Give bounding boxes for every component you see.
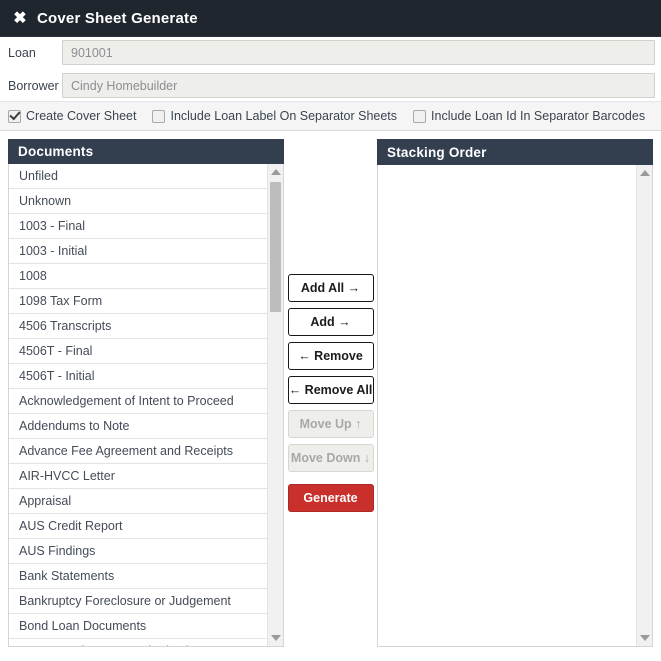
stacking-scroll-up-arrow-icon[interactable] — [637, 165, 652, 181]
document-list-item[interactable]: Bank Statements — [9, 564, 267, 589]
document-list-item[interactable]: Advance Fee Agreement and Receipts — [9, 439, 267, 464]
x-logo-icon: ✖ — [10, 8, 30, 28]
document-list-item[interactable]: Bankruptcy Foreclosure or Judgement — [9, 589, 267, 614]
stacking-order-panel: Stacking Order — [377, 139, 653, 647]
option-label-create-cover-sheet: Create Cover Sheet — [26, 109, 136, 123]
document-list-item[interactable]: AIR-HVCC Letter — [9, 464, 267, 489]
stacking-order-list[interactable] — [378, 165, 636, 646]
generate-button[interactable]: Generate — [288, 484, 374, 512]
document-list-item[interactable]: 4506T - Initial — [9, 364, 267, 389]
move-up-button: Move Up ↑ — [288, 410, 374, 438]
document-list-item[interactable]: Appraisal — [9, 489, 267, 514]
scroll-down-arrow-icon[interactable] — [268, 630, 283, 646]
document-list-item[interactable]: Acknowledgement of Intent to Proceed — [9, 389, 267, 414]
loan-row: Loan — [0, 37, 661, 68]
document-list-item[interactable]: 1098 Tax Form — [9, 289, 267, 314]
documents-panel-title: Documents — [8, 139, 284, 164]
document-list-item[interactable]: 1008 — [9, 264, 267, 289]
document-list-item[interactable]: AUS Findings — [9, 539, 267, 564]
checkbox-create-cover-sheet[interactable] — [8, 110, 21, 123]
add-all-button[interactable]: Add All → — [288, 274, 374, 302]
scroll-up-arrow-icon[interactable] — [268, 164, 283, 180]
documents-scrollbar-thumb[interactable] — [270, 182, 281, 312]
remove-button[interactable]: ← Remove — [288, 342, 374, 370]
document-list-item[interactable]: Unknown — [9, 189, 267, 214]
stacking-scroll-down-arrow-icon[interactable] — [637, 630, 652, 646]
document-list-item[interactable]: AUS Credit Report — [9, 514, 267, 539]
checkbox-include-loan-id[interactable] — [413, 110, 426, 123]
document-list-item[interactable]: Unfiled — [9, 164, 267, 189]
document-list-item[interactable]: 4506T - Final — [9, 339, 267, 364]
borrower-input[interactable] — [62, 73, 655, 98]
window-title: Cover Sheet Generate — [37, 10, 198, 27]
documents-panel-body: UnfiledUnknown1003 - Final1003 - Initial… — [8, 164, 284, 647]
option-include-loan-id[interactable]: Include Loan Id In Separator Barcodes — [413, 109, 645, 123]
document-list-item[interactable]: Borrower Signature Authorization — [9, 639, 267, 646]
options-strip: Create Cover Sheet Include Loan Label On… — [0, 101, 661, 131]
add-button[interactable]: Add → — [288, 308, 374, 336]
documents-scrollbar[interactable] — [267, 164, 283, 646]
borrower-label: Borrower — [8, 79, 62, 93]
stacking-order-scrollbar[interactable] — [636, 165, 652, 646]
option-create-cover-sheet[interactable]: Create Cover Sheet — [8, 109, 136, 123]
loan-label: Loan — [8, 46, 62, 60]
stacking-order-panel-title: Stacking Order — [377, 139, 653, 165]
document-list-item[interactable]: Bond Loan Documents — [9, 614, 267, 639]
document-list-item[interactable]: 1003 - Initial — [9, 239, 267, 264]
documents-list[interactable]: UnfiledUnknown1003 - Final1003 - Initial… — [9, 164, 267, 646]
option-include-loan-label[interactable]: Include Loan Label On Separator Sheets — [152, 109, 397, 123]
option-label-include-loan-label: Include Loan Label On Separator Sheets — [170, 109, 397, 123]
stacking-order-panel-body — [377, 165, 653, 647]
document-list-item[interactable]: Addendums to Note — [9, 414, 267, 439]
document-list-item[interactable]: 4506 Transcripts — [9, 314, 267, 339]
checkbox-include-loan-label[interactable] — [152, 110, 165, 123]
window-titlebar: ✖ Cover Sheet Generate — [0, 0, 661, 37]
remove-all-button[interactable]: ← Remove All — [288, 376, 374, 404]
option-label-include-loan-id: Include Loan Id In Separator Barcodes — [431, 109, 645, 123]
loan-input[interactable] — [62, 40, 655, 65]
main-content: Documents UnfiledUnknown1003 - Final1003… — [0, 131, 661, 647]
transfer-buttons: Add All → Add → ← Remove ← Remove All Mo… — [284, 139, 377, 647]
loan-info-form: Loan Borrower — [0, 37, 661, 101]
move-down-button: Move Down ↓ — [288, 444, 374, 472]
documents-panel: Documents UnfiledUnknown1003 - Final1003… — [8, 139, 284, 647]
document-list-item[interactable]: 1003 - Final — [9, 214, 267, 239]
borrower-row: Borrower — [0, 70, 661, 101]
